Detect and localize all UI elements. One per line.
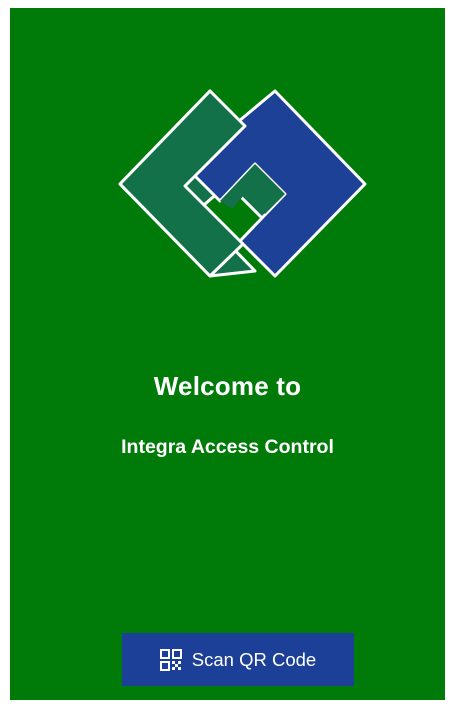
welcome-heading: Welcome to (153, 371, 302, 401)
app-name-title: Integra Access Control (121, 436, 334, 458)
qr-code-icon (159, 648, 182, 671)
welcome-screen: Welcome to Integra Access Control Scan Q… (10, 8, 445, 700)
integra-logo-icon (118, 89, 367, 278)
scan-qr-code-label: Scan QR Code (191, 648, 317, 670)
scan-qr-code-button[interactable]: Scan QR Code (122, 633, 354, 686)
